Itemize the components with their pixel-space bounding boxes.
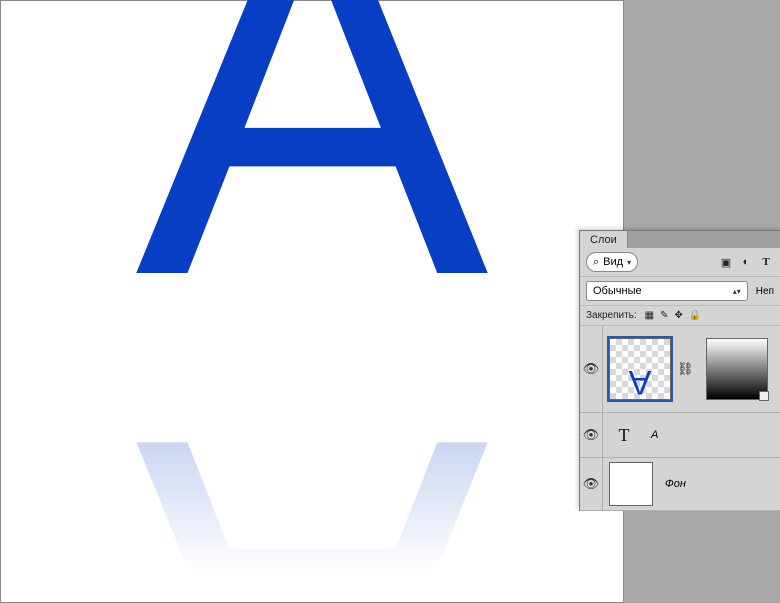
visibility-eye-icon[interactable]: 👁: [583, 427, 600, 443]
layer-name-label[interactable]: A: [651, 429, 658, 441]
lock-label: Закрепить:: [586, 310, 637, 321]
panel-blend-row: Обычные ▴▾ Неп: [580, 277, 780, 306]
thumbnail-glyph: A: [629, 365, 652, 399]
layer-thumbnail[interactable]: [609, 462, 653, 506]
panel-filter-row: ⌕ Вид ▾ ▣ ◐ T: [580, 248, 780, 277]
type-layer-icon: T: [609, 420, 639, 450]
layers-panel: Слои ⌕ Вид ▾ ▣ ◐ T Обычные ▴▾ Неп Закреп…: [579, 230, 780, 511]
chevron-down-icon: ▾: [627, 258, 631, 267]
lock-transparent-icon[interactable]: ▦: [645, 310, 654, 321]
document-canvas[interactable]: A A: [0, 0, 624, 603]
filter-image-icon[interactable]: ▣: [718, 255, 734, 269]
panel-lock-row: Закрепить: ▦ ✎ ✥ 🔒: [580, 306, 780, 326]
layer-row[interactable]: 👁 Фон: [580, 458, 780, 511]
layer-mask-link-icon[interactable]: ⛓: [677, 361, 694, 377]
filter-adjust-icon[interactable]: ◐: [738, 255, 754, 269]
layer-kind-filter[interactable]: ⌕ Вид ▾: [586, 252, 638, 272]
tab-layers[interactable]: Слои: [580, 231, 628, 248]
search-icon: ⌕: [593, 256, 599, 269]
layer-row[interactable]: 👁 A ⛓: [580, 326, 780, 413]
layer-thumbnail[interactable]: A: [609, 338, 671, 400]
layer-row[interactable]: 👁 T A: [580, 413, 780, 458]
blend-mode-select[interactable]: Обычные ▴▾: [586, 281, 748, 301]
filter-type-icon[interactable]: T: [758, 255, 774, 269]
layer-mask-thumbnail[interactable]: [706, 338, 768, 400]
artwork-reflection: A: [135, 360, 489, 603]
lock-move-icon[interactable]: ✥: [675, 310, 683, 321]
lock-brush-icon[interactable]: ✎: [660, 310, 668, 321]
chevron-updown-icon: ▴▾: [733, 287, 741, 296]
lock-all-icon[interactable]: 🔒: [689, 310, 701, 321]
layer-kind-label: Вид: [603, 256, 623, 268]
visibility-eye-icon[interactable]: 👁: [583, 476, 600, 492]
opacity-label: Неп: [756, 286, 774, 297]
layer-name-label[interactable]: Фон: [665, 478, 686, 490]
blend-mode-value: Обычные: [593, 285, 642, 297]
layers-list: 👁 A ⛓ 👁 T A 👁 Фон: [580, 326, 780, 511]
visibility-eye-icon[interactable]: 👁: [583, 361, 600, 377]
panel-tabs: Слои: [580, 231, 780, 248]
artwork-letter: A: [135, 0, 489, 355]
